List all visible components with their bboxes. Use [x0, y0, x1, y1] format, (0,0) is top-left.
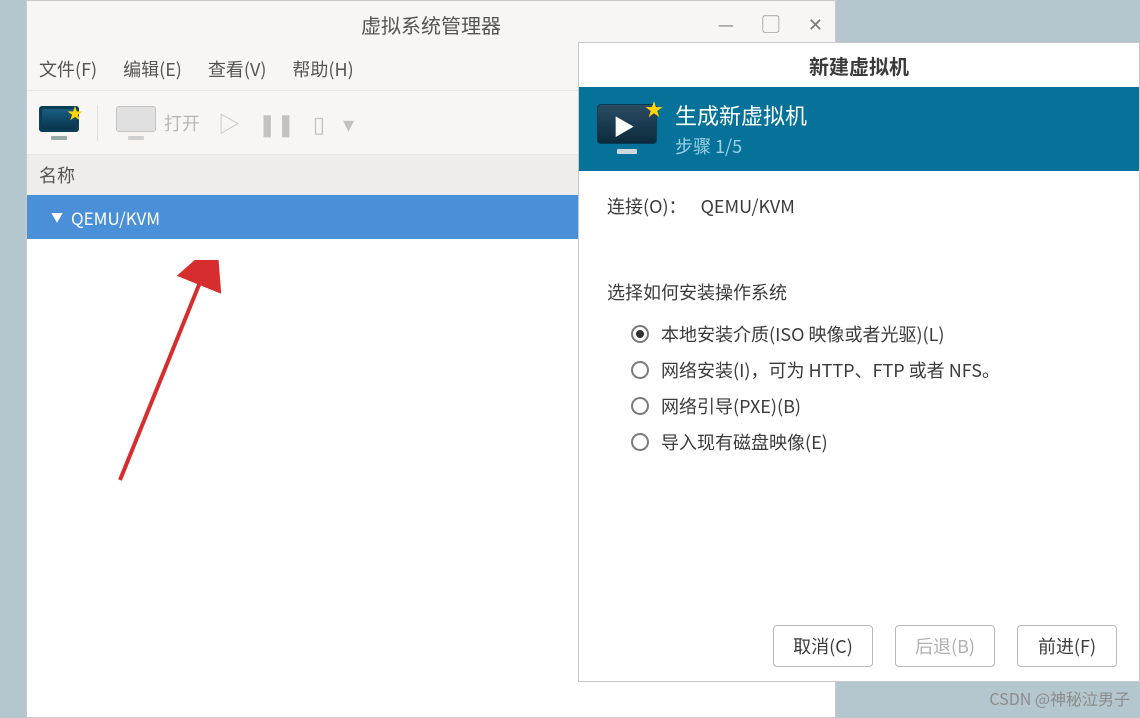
radio-icon — [631, 325, 649, 343]
option-import-disk[interactable]: 导入现有磁盘映像(E) — [631, 429, 1111, 455]
option-label: 网络安装(I)，可为 HTTP、FTP 或者 NFS。 — [661, 357, 1000, 383]
option-label: 网络引导(PXE)(B) — [661, 393, 801, 419]
cancel-button[interactable]: 取消(C) — [773, 625, 873, 667]
back-button[interactable]: 后退(B) — [895, 625, 995, 667]
radio-icon — [631, 397, 649, 415]
new-vm-button[interactable]: ★ — [39, 106, 79, 140]
dialog-title: 新建虚拟机 — [809, 51, 909, 80]
monitor-icon — [116, 106, 156, 140]
option-label: 本地安装介质(ISO 映像或者光驱)(L) — [661, 321, 945, 347]
stop-icon[interactable]: ▯ — [313, 107, 325, 139]
open-button-label: 打开 — [164, 110, 200, 136]
connection-info: 连接(O)： QEMU/KVM — [607, 193, 1111, 219]
play-icon[interactable]: ▷ — [218, 107, 240, 139]
maximize-icon[interactable]: ▢ — [762, 11, 780, 37]
next-button[interactable]: 前进(F) — [1017, 625, 1117, 667]
install-prompt: 选择如何安装操作系统 — [607, 279, 1111, 305]
menu-view[interactable]: 查看(V) — [208, 56, 267, 82]
new-vm-dialog: 新建虚拟机 ▶★ 生成新虚拟机 步骤 1/5 连接(O)： QEMU/KVM 选… — [578, 42, 1140, 682]
option-pxe[interactable]: 网络引导(PXE)(B) — [631, 393, 1111, 419]
titlebar: 虚拟系统管理器 — ▢ ✕ — [27, 1, 835, 47]
banner-heading: 生成新虚拟机 — [675, 99, 807, 131]
close-icon[interactable]: ✕ — [808, 11, 823, 37]
window-controls: — ▢ ✕ — [718, 1, 823, 47]
option-local-media[interactable]: 本地安装介质(ISO 映像或者光驱)(L) — [631, 321, 1111, 347]
watermark: CSDN @神秘泣男子 — [989, 686, 1130, 710]
minimize-icon[interactable]: — — [718, 11, 734, 37]
pause-icon[interactable]: ❚❚ — [258, 107, 295, 139]
dialog-banner-text: 生成新虚拟机 步骤 1/5 — [675, 99, 807, 159]
dialog-banner-icon: ▶★ — [597, 104, 657, 154]
dialog-body: 连接(O)： QEMU/KVM 选择如何安装操作系统 本地安装介质(ISO 映像… — [579, 171, 1139, 611]
menu-help[interactable]: 帮助(H) — [292, 56, 353, 82]
new-vm-icon: ★ — [39, 106, 79, 140]
radio-icon — [631, 361, 649, 379]
radio-icon — [631, 433, 649, 451]
connection-label: QEMU/KVM — [71, 205, 160, 230]
connection-value: QEMU/KVM — [701, 193, 795, 219]
window-title: 虚拟系统管理器 — [361, 10, 501, 39]
separator — [97, 105, 98, 141]
connection-label-text: 连接(O)： — [607, 193, 687, 219]
option-network-install[interactable]: 网络安装(I)，可为 HTTP、FTP 或者 NFS。 — [631, 357, 1111, 383]
chevron-down-icon: ▼ — [51, 209, 63, 226]
menu-file[interactable]: 文件(F) — [39, 56, 97, 82]
option-label: 导入现有磁盘映像(E) — [661, 429, 828, 455]
open-button[interactable]: 打开 — [116, 106, 200, 140]
dialog-titlebar: 新建虚拟机 — [579, 43, 1139, 87]
caret-down-icon[interactable]: ▾ — [343, 107, 354, 139]
banner-step: 步骤 1/5 — [675, 133, 807, 159]
dialog-footer: 取消(C) 后退(B) 前进(F) — [579, 611, 1139, 681]
column-header-label: 名称 — [39, 162, 75, 188]
menu-edit[interactable]: 编辑(E) — [123, 56, 182, 82]
dialog-banner: ▶★ 生成新虚拟机 步骤 1/5 — [579, 87, 1139, 171]
